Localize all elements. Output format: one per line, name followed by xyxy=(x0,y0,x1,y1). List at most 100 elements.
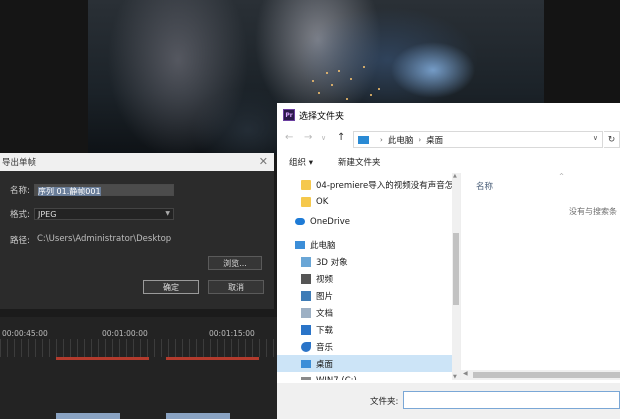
breadcrumb-current[interactable]: 桌面 xyxy=(426,134,443,146)
videos-icon xyxy=(301,273,311,284)
scroll-left-icon[interactable]: ◀ xyxy=(463,370,468,377)
nav-item[interactable]: 图片 xyxy=(277,287,455,304)
chevron-down-icon[interactable]: ∨ xyxy=(321,134,326,142)
nav-item-label: 音乐 xyxy=(316,342,334,353)
time-ruler[interactable] xyxy=(0,339,278,357)
format-label: 格式: xyxy=(10,210,30,220)
scroll-up-icon[interactable]: ▲ xyxy=(453,173,457,179)
left-panel xyxy=(0,0,88,155)
chevron-right-icon: › xyxy=(418,135,422,144)
premiere-app-icon: Pr xyxy=(283,109,295,121)
chevron-down-icon[interactable]: ∨ xyxy=(593,134,598,142)
select-folder-dialog: Pr 选择文件夹 ← → ∨ ↑ › 此电脑 › 桌面 ∨ ↻ 组织 ▾ 新建文… xyxy=(277,103,620,419)
work-area-bar[interactable] xyxy=(56,357,149,360)
back-arrow-icon[interactable]: ← xyxy=(285,132,293,143)
folder-input[interactable] xyxy=(403,391,620,409)
export-frame-dialog: 导出单帧 ✕ 名称: 序列 01.静帧001 格式: JPEG ▼ 路径: C:… xyxy=(0,153,274,309)
sort-up-icon: ^ xyxy=(559,173,565,180)
nav-item[interactable]: WIN7 (C:) xyxy=(277,372,455,380)
export-dialog-title: 导出单帧 xyxy=(2,158,37,168)
dialog-footer: 文件夹: xyxy=(277,383,620,419)
spark xyxy=(331,84,333,86)
timeline-panel: 00:00:45:00 00:01:00:00 00:01:15:00 xyxy=(0,309,278,419)
nav-item-label: OK xyxy=(316,196,329,207)
up-arrow-icon[interactable]: ↑ xyxy=(337,132,345,143)
nav-item-label: 视频 xyxy=(316,274,334,285)
nav-item[interactable]: 桌面 xyxy=(277,355,455,372)
nav-item[interactable]: 3D 对象 xyxy=(277,253,455,270)
nav-item[interactable]: 视频 xyxy=(277,270,455,287)
navigation-pane: 04-premiere导入的视频没有声音怎 OK OneDrive 此电脑 3D 对象视… xyxy=(277,173,460,380)
nav-item[interactable]: OK xyxy=(277,193,455,210)
cloud-icon xyxy=(295,218,305,225)
spark xyxy=(378,88,380,90)
refresh-icon[interactable]: ↻ xyxy=(604,131,620,148)
organize-menu[interactable]: 组织 ▾ xyxy=(289,156,313,168)
forward-arrow-icon[interactable]: → xyxy=(304,132,312,143)
cancel-button[interactable]: 取消 xyxy=(208,280,264,294)
timeline-header-bar xyxy=(0,309,278,317)
name-value: 序列 01.静帧001 xyxy=(38,187,101,196)
empty-message: 没有与搜索条 xyxy=(569,207,617,216)
navigation-bar: ← → ∨ ↑ › 此电脑 › 桌面 ∨ ↻ xyxy=(277,131,620,149)
folder-icon xyxy=(301,196,311,207)
drive-icon xyxy=(301,377,311,380)
browse-button[interactable]: 浏览... xyxy=(208,256,262,270)
timecode-label: 00:01:00:00 xyxy=(102,329,148,338)
name-label: 名称: xyxy=(10,186,30,196)
dialog-toolbar: 组织 ▾ 新建文件夹 xyxy=(277,153,620,171)
ok-button[interactable]: 确定 xyxy=(143,280,199,294)
scroll-down-icon[interactable]: ▼ xyxy=(453,374,457,380)
spark xyxy=(363,66,365,68)
pictures-icon xyxy=(301,290,311,301)
downloads-icon xyxy=(301,324,311,335)
dialog-titlebar: Pr 选择文件夹 xyxy=(277,103,620,127)
format-select[interactable]: JPEG ▼ xyxy=(34,208,174,220)
nav-item-label: 3D 对象 xyxy=(316,257,348,268)
nav-item[interactable]: 音乐 xyxy=(277,338,455,355)
nav-item[interactable]: 下载 xyxy=(277,321,455,338)
computer-icon xyxy=(295,240,305,249)
work-area-bar[interactable] xyxy=(166,357,259,360)
name-field[interactable]: 序列 01.静帧001 xyxy=(34,184,174,196)
nav-item-label: 桌面 xyxy=(316,359,334,370)
nav-item-label: 下载 xyxy=(316,325,334,336)
nav-item-label: 此电脑 xyxy=(310,240,336,251)
content-hscrollbar[interactable]: ◀ xyxy=(461,370,620,380)
format-value: JPEG xyxy=(38,210,57,219)
breadcrumb-root[interactable]: 此电脑 xyxy=(388,134,414,146)
column-header-name[interactable]: 名称 xyxy=(476,180,493,192)
scrollbar-thumb[interactable] xyxy=(473,372,620,378)
3d-objects-icon xyxy=(301,256,311,267)
file-list: ^ 名称 没有与搜索条 xyxy=(461,173,620,380)
spark xyxy=(318,92,320,94)
new-folder-button[interactable]: 新建文件夹 xyxy=(338,156,381,168)
folder-label: 文件夹: xyxy=(370,397,399,407)
documents-icon xyxy=(301,307,311,318)
path-label: 路径: xyxy=(10,236,30,246)
music-icon xyxy=(301,341,311,352)
chevron-down-icon: ▼ xyxy=(165,210,170,217)
close-icon[interactable]: ✕ xyxy=(259,155,268,168)
nav-item[interactable]: 文档 xyxy=(277,304,455,321)
nav-item-label: 文档 xyxy=(316,308,334,319)
export-dialog-titlebar: 导出单帧 ✕ xyxy=(0,153,274,171)
video-clip[interactable] xyxy=(56,413,120,419)
nav-item[interactable]: 此电脑 xyxy=(277,236,455,253)
nav-item-label: OneDrive xyxy=(310,216,350,227)
spark xyxy=(350,78,352,80)
chevron-right-icon: › xyxy=(380,135,383,144)
spark xyxy=(338,70,340,72)
nav-item[interactable]: 04-premiere导入的视频没有声音怎 xyxy=(277,176,455,193)
spark xyxy=(326,72,328,74)
desktop-icon xyxy=(301,359,311,368)
nav-item[interactable]: OneDrive xyxy=(277,213,455,230)
dialog-title: 选择文件夹 xyxy=(299,111,345,122)
address-bar[interactable]: › 此电脑 › 桌面 ∨ xyxy=(353,131,603,148)
nav-scrollbar[interactable]: ▲ ▼ xyxy=(452,173,460,380)
path-value: C:\Users\Administrator\Desktop xyxy=(37,234,172,244)
video-clip[interactable] xyxy=(166,413,230,419)
scrollbar-thumb[interactable] xyxy=(453,233,459,305)
nav-item-label: 04-premiere导入的视频没有声音怎 xyxy=(316,180,454,191)
timecode-label: 00:00:45:00 xyxy=(2,329,48,338)
